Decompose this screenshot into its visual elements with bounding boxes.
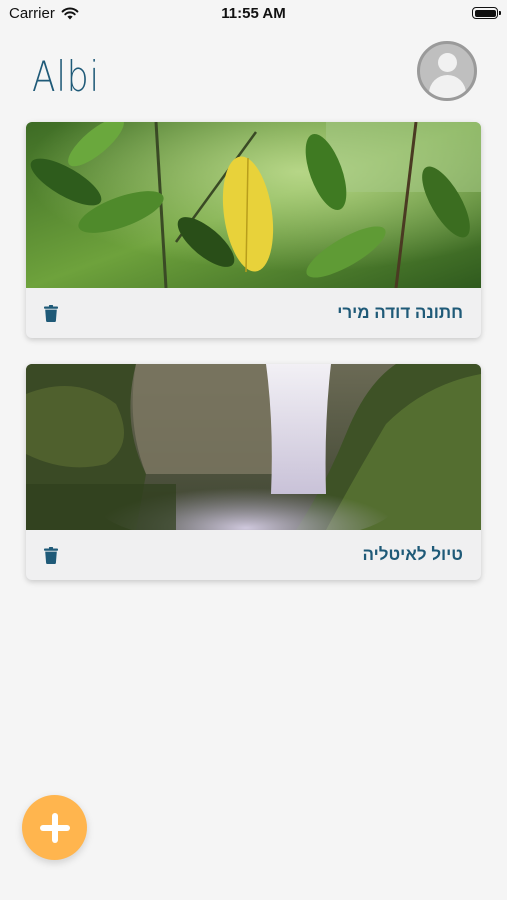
plus-icon bbox=[39, 812, 70, 843]
app-title: Albi bbox=[32, 52, 100, 101]
status-time: 11:55 AM bbox=[221, 5, 286, 22]
battery-icon bbox=[472, 7, 501, 19]
album-title[interactable]: חתונה דודה מירי bbox=[337, 303, 463, 323]
delete-album-button[interactable] bbox=[42, 546, 60, 564]
add-album-button[interactable] bbox=[22, 795, 87, 860]
status-bar: Carrier 11:55 AM bbox=[0, 0, 507, 30]
album-footer: טיול לאיטליה bbox=[26, 530, 481, 580]
album-card[interactable]: טיול לאיטליה bbox=[26, 364, 481, 580]
album-title[interactable]: טיול לאיטליה bbox=[362, 545, 463, 565]
album-cover-image[interactable] bbox=[26, 364, 481, 530]
delete-album-button[interactable] bbox=[42, 304, 60, 322]
album-cover-image[interactable] bbox=[26, 122, 481, 288]
album-card[interactable]: חתונה דודה מירי bbox=[26, 122, 481, 338]
album-footer: חתונה דודה מירי bbox=[26, 288, 481, 338]
trash-icon bbox=[44, 546, 58, 564]
profile-avatar-button[interactable] bbox=[417, 41, 477, 101]
trash-icon bbox=[44, 304, 58, 322]
